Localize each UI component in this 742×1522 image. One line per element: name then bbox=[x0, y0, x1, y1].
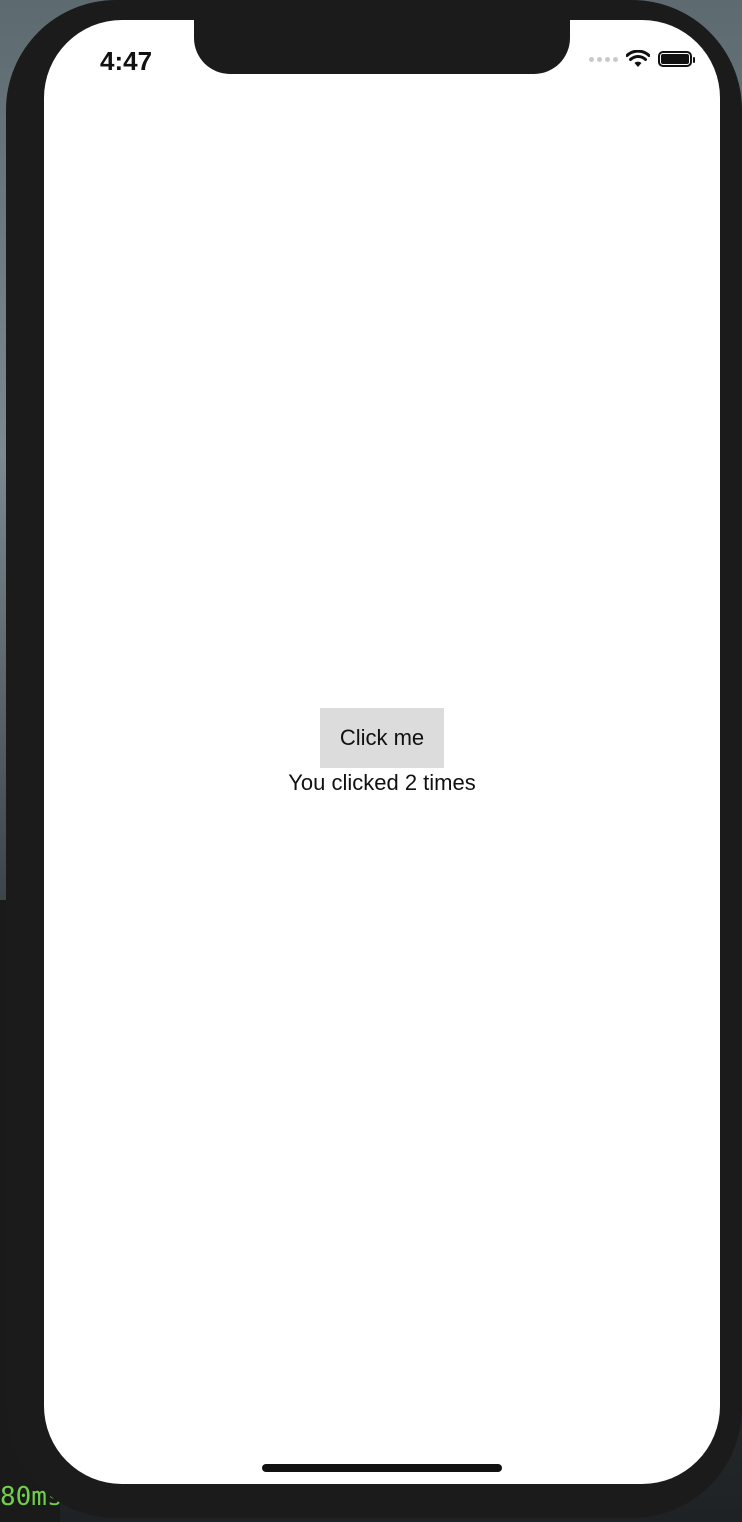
signal-dots-icon bbox=[589, 56, 618, 62]
status-icons bbox=[589, 50, 695, 68]
notch bbox=[194, 20, 570, 74]
phone-frame: 4:47 Click me You clicked 2 times bbox=[6, 0, 742, 1518]
click-counter-text: You clicked 2 times bbox=[288, 770, 476, 795]
home-indicator[interactable] bbox=[262, 1464, 502, 1472]
phone-screen: 4:47 Click me You clicked 2 times bbox=[44, 20, 720, 1484]
click-me-button[interactable]: Click me bbox=[320, 708, 444, 768]
wifi-icon bbox=[626, 50, 650, 67]
battery-icon bbox=[658, 51, 695, 67]
status-time: 4:47 bbox=[100, 46, 153, 76]
